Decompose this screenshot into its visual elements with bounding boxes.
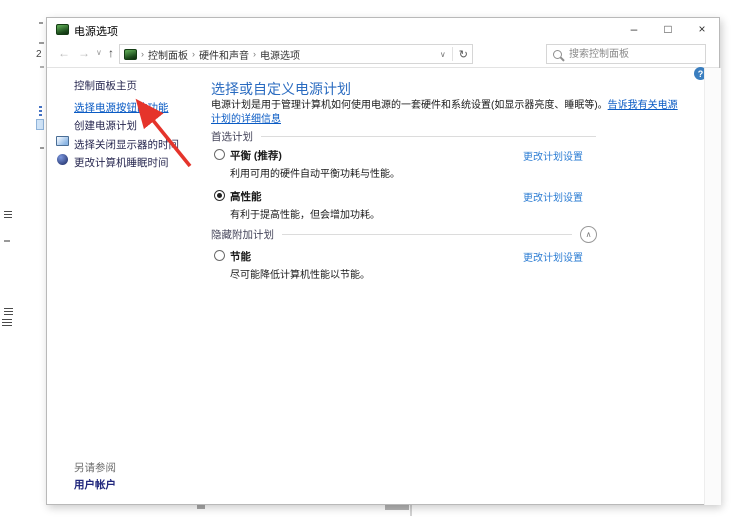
background-window-fragment	[2, 319, 12, 328]
power-options-icon	[56, 24, 69, 35]
plan-desc-power-saver: 尽可能降低计算机性能以节能。	[230, 266, 370, 281]
page-description: 电源计划是用于管理计算机如何使用电源的一套硬件和系统设置(如显示器亮度、睡眠等)…	[211, 99, 679, 127]
section-rule	[282, 234, 572, 235]
scrollbar[interactable]	[704, 68, 721, 505]
background-window-fragment	[40, 147, 44, 149]
section-hidden-plans: 隐藏附加计划 ∧	[211, 226, 597, 243]
background-window-fragment	[39, 106, 42, 117]
change-plan-settings-power-saver[interactable]: 更改计划设置	[523, 249, 583, 264]
search-input[interactable]	[567, 48, 703, 61]
titlebar[interactable]: 电源选项 – □ ×	[47, 18, 719, 41]
plan-name-high-performance: 高性能	[230, 189, 262, 204]
plan-name-balanced: 平衡 (推荐)	[230, 148, 282, 163]
change-plan-settings-high-performance[interactable]: 更改计划设置	[523, 189, 583, 204]
background-window-fragment	[4, 308, 13, 316]
window-title: 电源选项	[74, 23, 118, 39]
description-text: 电源计划是用于管理计算机如何使用电源的一套硬件和系统设置(如显示器亮度、睡眠等)…	[211, 100, 608, 111]
plan-desc-high-performance: 有利于提高性能，但会增加功耗。	[230, 206, 380, 221]
minimize-button[interactable]: –	[617, 18, 651, 41]
power-options-window: 电源选项 – □ × ← → ∨ ↑ › 控制面板 › 硬件和声音 › 电源选项…	[46, 17, 720, 505]
toolbar-separator	[47, 67, 719, 68]
background-window-fragment	[4, 240, 10, 242]
breadcrumb-separator: ›	[253, 49, 256, 59]
window-controls: – □ ×	[617, 18, 719, 41]
forward-icon[interactable]: →	[78, 46, 90, 60]
section-rule	[261, 136, 596, 137]
sidebar-item-sleep-time[interactable]: 更改计算机睡眠时间	[74, 155, 169, 170]
radio-power-saver[interactable]	[214, 250, 225, 261]
navigation-toolbar: ← → ∨ ↑ › 控制面板 › 硬件和声音 › 电源选项 ∨ ↻	[47, 41, 719, 68]
radio-high-performance[interactable]	[214, 190, 225, 201]
sleep-icon	[57, 154, 68, 165]
sidebar-item-home[interactable]: 控制面板主页	[74, 78, 137, 93]
search-box[interactable]	[546, 44, 706, 64]
background-window-fragment-number: 2	[36, 49, 42, 60]
background-window-fragment	[39, 42, 44, 44]
address-bar-actions: ∨ ↻	[440, 47, 468, 61]
sidebar-item-create-plan[interactable]: 创建电源计划	[74, 118, 137, 133]
see-also-label: 另请参阅	[74, 460, 116, 475]
sidebar-item-power-buttons[interactable]: 选择电源按钮的功能	[74, 100, 169, 115]
breadcrumb-power-options[interactable]: 电源选项	[260, 47, 300, 62]
background-window-fragment	[40, 66, 44, 68]
section-label: 首选计划	[211, 129, 253, 144]
change-plan-settings-balanced[interactable]: 更改计划设置	[523, 148, 583, 163]
collapse-chevron-icon[interactable]: ∧	[580, 226, 597, 243]
power-options-icon	[124, 49, 137, 60]
section-preferred-plans: 首选计划	[211, 129, 596, 144]
close-button[interactable]: ×	[685, 18, 719, 41]
divider	[452, 47, 453, 61]
up-icon[interactable]: ↑	[108, 46, 114, 60]
address-bar[interactable]: › 控制面板 › 硬件和声音 › 电源选项 ∨ ↻	[119, 44, 473, 64]
maximize-button[interactable]: □	[651, 18, 685, 41]
background-window-fragment	[4, 211, 12, 220]
plan-name-power-saver: 节能	[230, 249, 251, 264]
page-title: 选择或自定义电源计划	[211, 79, 351, 99]
radio-balanced[interactable]	[214, 149, 225, 160]
sidebar-item-user-accounts[interactable]: 用户帐户	[74, 477, 116, 492]
address-dropdown-icon[interactable]: ∨	[440, 50, 446, 59]
breadcrumb-control-panel[interactable]: 控制面板	[148, 47, 188, 62]
breadcrumb-separator: ›	[192, 49, 195, 59]
background-window-fragment	[36, 119, 44, 130]
recent-pages-icon[interactable]: ∨	[96, 48, 102, 57]
plan-desc-balanced: 利用可用的硬件自动平衡功耗与性能。	[230, 165, 400, 180]
display-icon	[56, 136, 69, 146]
sidebar-item-display-off-time[interactable]: 选择关闭显示器的时间	[74, 137, 179, 152]
breadcrumb-separator: ›	[141, 49, 144, 59]
background-window-fragment	[39, 22, 43, 24]
search-icon	[553, 50, 562, 59]
section-label: 隐藏附加计划	[211, 227, 274, 242]
refresh-icon[interactable]: ↻	[459, 48, 468, 61]
breadcrumb-hardware-sound[interactable]: 硬件和声音	[199, 47, 249, 62]
back-icon[interactable]: ←	[58, 46, 70, 60]
